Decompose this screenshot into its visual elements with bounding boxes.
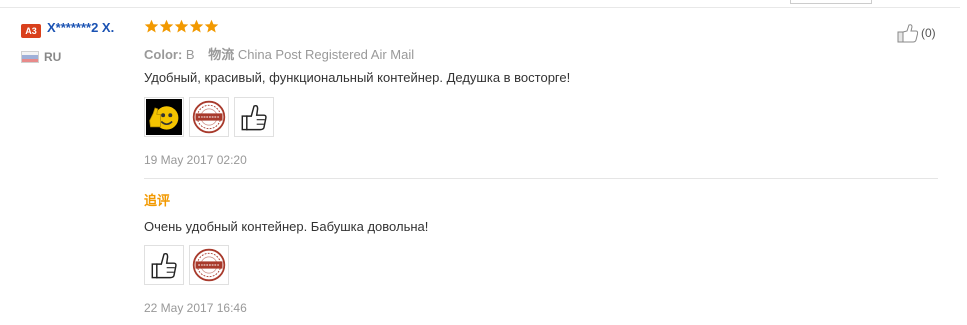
helpful-button[interactable]: (0) <box>897 23 936 43</box>
review-photo-recommended[interactable] <box>189 97 229 137</box>
thumbs-up-outline-icon <box>241 104 267 131</box>
thumbs-up-icon <box>897 24 919 43</box>
star-icon <box>159 19 174 33</box>
buyer-name: X*******2 X. <box>47 20 115 35</box>
followup-divider <box>144 178 938 179</box>
star-icon <box>174 19 189 33</box>
recommended-stamp-icon <box>192 100 226 134</box>
followup-date: 22 May 2017 16:46 <box>144 301 247 315</box>
review-text: Удобный, красивый, функциональный контей… <box>144 70 571 85</box>
followup-photos <box>144 245 229 285</box>
followup-label: 追评 <box>144 193 171 208</box>
order-info: Color: B 物流 China Post Registered Air Ma… <box>144 44 414 63</box>
star-rating <box>144 19 219 34</box>
color-label: Color: <box>144 47 183 62</box>
shipping-label: 物流 <box>208 47 235 62</box>
star-icon <box>189 19 204 33</box>
star-icon <box>144 19 159 33</box>
followup-text: Очень удобный контейнер. Бабушка довольн… <box>144 219 429 234</box>
recommended-stamp-icon <box>192 248 226 282</box>
shipping-value: China Post Registered Air Mail <box>237 47 415 62</box>
review-photos <box>144 97 274 137</box>
thumbs-up-outline-icon <box>151 252 177 279</box>
russia-flag-icon <box>21 51 39 63</box>
review-photo-smiley[interactable] <box>144 97 184 137</box>
top-pagination-edge <box>790 0 872 4</box>
buyer-country: RU <box>44 50 62 64</box>
followup-photo-thumbs-up[interactable] <box>144 245 184 285</box>
review-date: 19 May 2017 02:20 <box>144 153 247 167</box>
color-value: B <box>185 47 195 62</box>
review-photo-thumbs-up[interactable] <box>234 97 274 137</box>
smiley-thumbs-up-icon <box>146 99 182 135</box>
helpful-count: (0) <box>921 26 936 40</box>
top-divider <box>0 7 960 8</box>
followup-photo-recommended[interactable] <box>189 245 229 285</box>
buyer-level-badge: A3 <box>21 24 41 38</box>
star-icon <box>204 19 219 33</box>
